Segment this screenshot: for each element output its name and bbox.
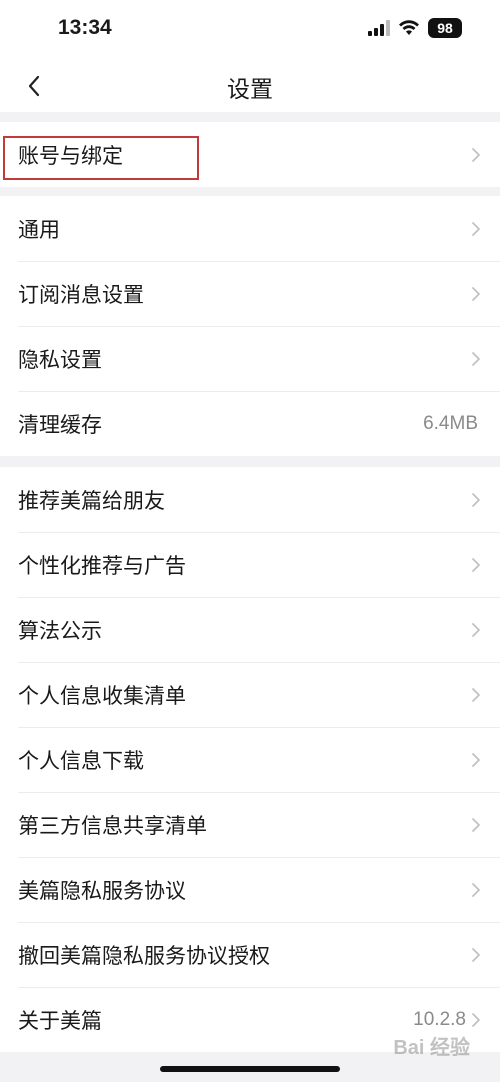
settings-row-privacy[interactable]: 隐私设置 <box>0 326 500 391</box>
chevron-right-icon <box>470 1011 482 1029</box>
chevron-right-icon <box>470 350 482 368</box>
row-label: 账号与绑定 <box>18 143 123 168</box>
row-label: 个人信息下载 <box>18 748 144 773</box>
row-label: 第三方信息共享清单 <box>18 813 207 838</box>
chevron-right-icon <box>470 556 482 574</box>
settings-row-subscription[interactable]: 订阅消息设置 <box>0 261 500 326</box>
row-label: 通用 <box>18 217 60 242</box>
status-time: 13:34 <box>58 16 112 39</box>
settings-row-general[interactable]: 通用 <box>0 196 500 261</box>
row-label: 算法公示 <box>18 618 102 643</box>
chevron-right-icon <box>470 751 482 769</box>
settings-group-general: 通用 订阅消息设置 隐私设置 清理缓存 6.4MB <box>0 196 500 456</box>
settings-row-personalized-ads[interactable]: 个性化推荐与广告 <box>0 532 500 597</box>
settings-row-info-download[interactable]: 个人信息下载 <box>0 727 500 792</box>
row-label: 个性化推荐与广告 <box>18 553 186 578</box>
chevron-right-icon <box>470 686 482 704</box>
settings-group-account: 账号与绑定 <box>0 122 500 187</box>
home-indicator[interactable] <box>160 1066 340 1072</box>
signal-icon <box>368 20 390 36</box>
version-value: 10.2.8 <box>413 1008 466 1030</box>
watermark: Bai 经验 <box>393 1037 470 1059</box>
settings-row-info-collection[interactable]: 个人信息收集清单 <box>0 662 500 727</box>
wifi-icon <box>399 20 419 35</box>
chevron-right-icon <box>470 220 482 238</box>
chevron-right-icon <box>470 285 482 303</box>
row-label: 个人信息收集清单 <box>18 683 186 708</box>
battery-icon: 98 <box>428 18 462 38</box>
chevron-right-icon <box>470 881 482 899</box>
settings-group-about: 推荐美篇给朋友 个性化推荐与广告 算法公示 个人信息收集清单 个人信息下载 第三… <box>0 467 500 1052</box>
page-title: 设置 <box>227 77 273 103</box>
settings-row-recommend[interactable]: 推荐美篇给朋友 <box>0 467 500 532</box>
row-label: 关于美篇 <box>18 1008 102 1033</box>
row-label: 撤回美篇隐私服务协议授权 <box>18 943 270 968</box>
cache-size-value: 6.4MB <box>423 412 478 434</box>
nav-bar: 设置 <box>0 60 500 112</box>
row-label: 美篇隐私服务协议 <box>18 878 186 903</box>
chevron-right-icon <box>470 491 482 509</box>
chevron-right-icon <box>470 146 482 164</box>
settings-row-privacy-agreement[interactable]: 美篇隐私服务协议 <box>0 857 500 922</box>
chevron-right-icon <box>470 621 482 639</box>
status-icons: 98 <box>368 18 462 38</box>
chevron-right-icon <box>470 816 482 834</box>
settings-row-third-party[interactable]: 第三方信息共享清单 <box>0 792 500 857</box>
row-label: 订阅消息设置 <box>18 282 144 307</box>
settings-row-revoke-authorization[interactable]: 撤回美篇隐私服务协议授权 <box>0 922 500 987</box>
status-bar: 13:34 98 <box>0 0 500 60</box>
row-label: 推荐美篇给朋友 <box>18 488 165 513</box>
settings-row-clear-cache[interactable]: 清理缓存 6.4MB <box>0 391 500 456</box>
row-label: 清理缓存 <box>18 412 102 437</box>
settings-row-account-binding[interactable]: 账号与绑定 <box>0 122 500 187</box>
settings-row-algorithm[interactable]: 算法公示 <box>0 597 500 662</box>
row-label: 隐私设置 <box>18 347 102 372</box>
chevron-right-icon <box>470 946 482 964</box>
